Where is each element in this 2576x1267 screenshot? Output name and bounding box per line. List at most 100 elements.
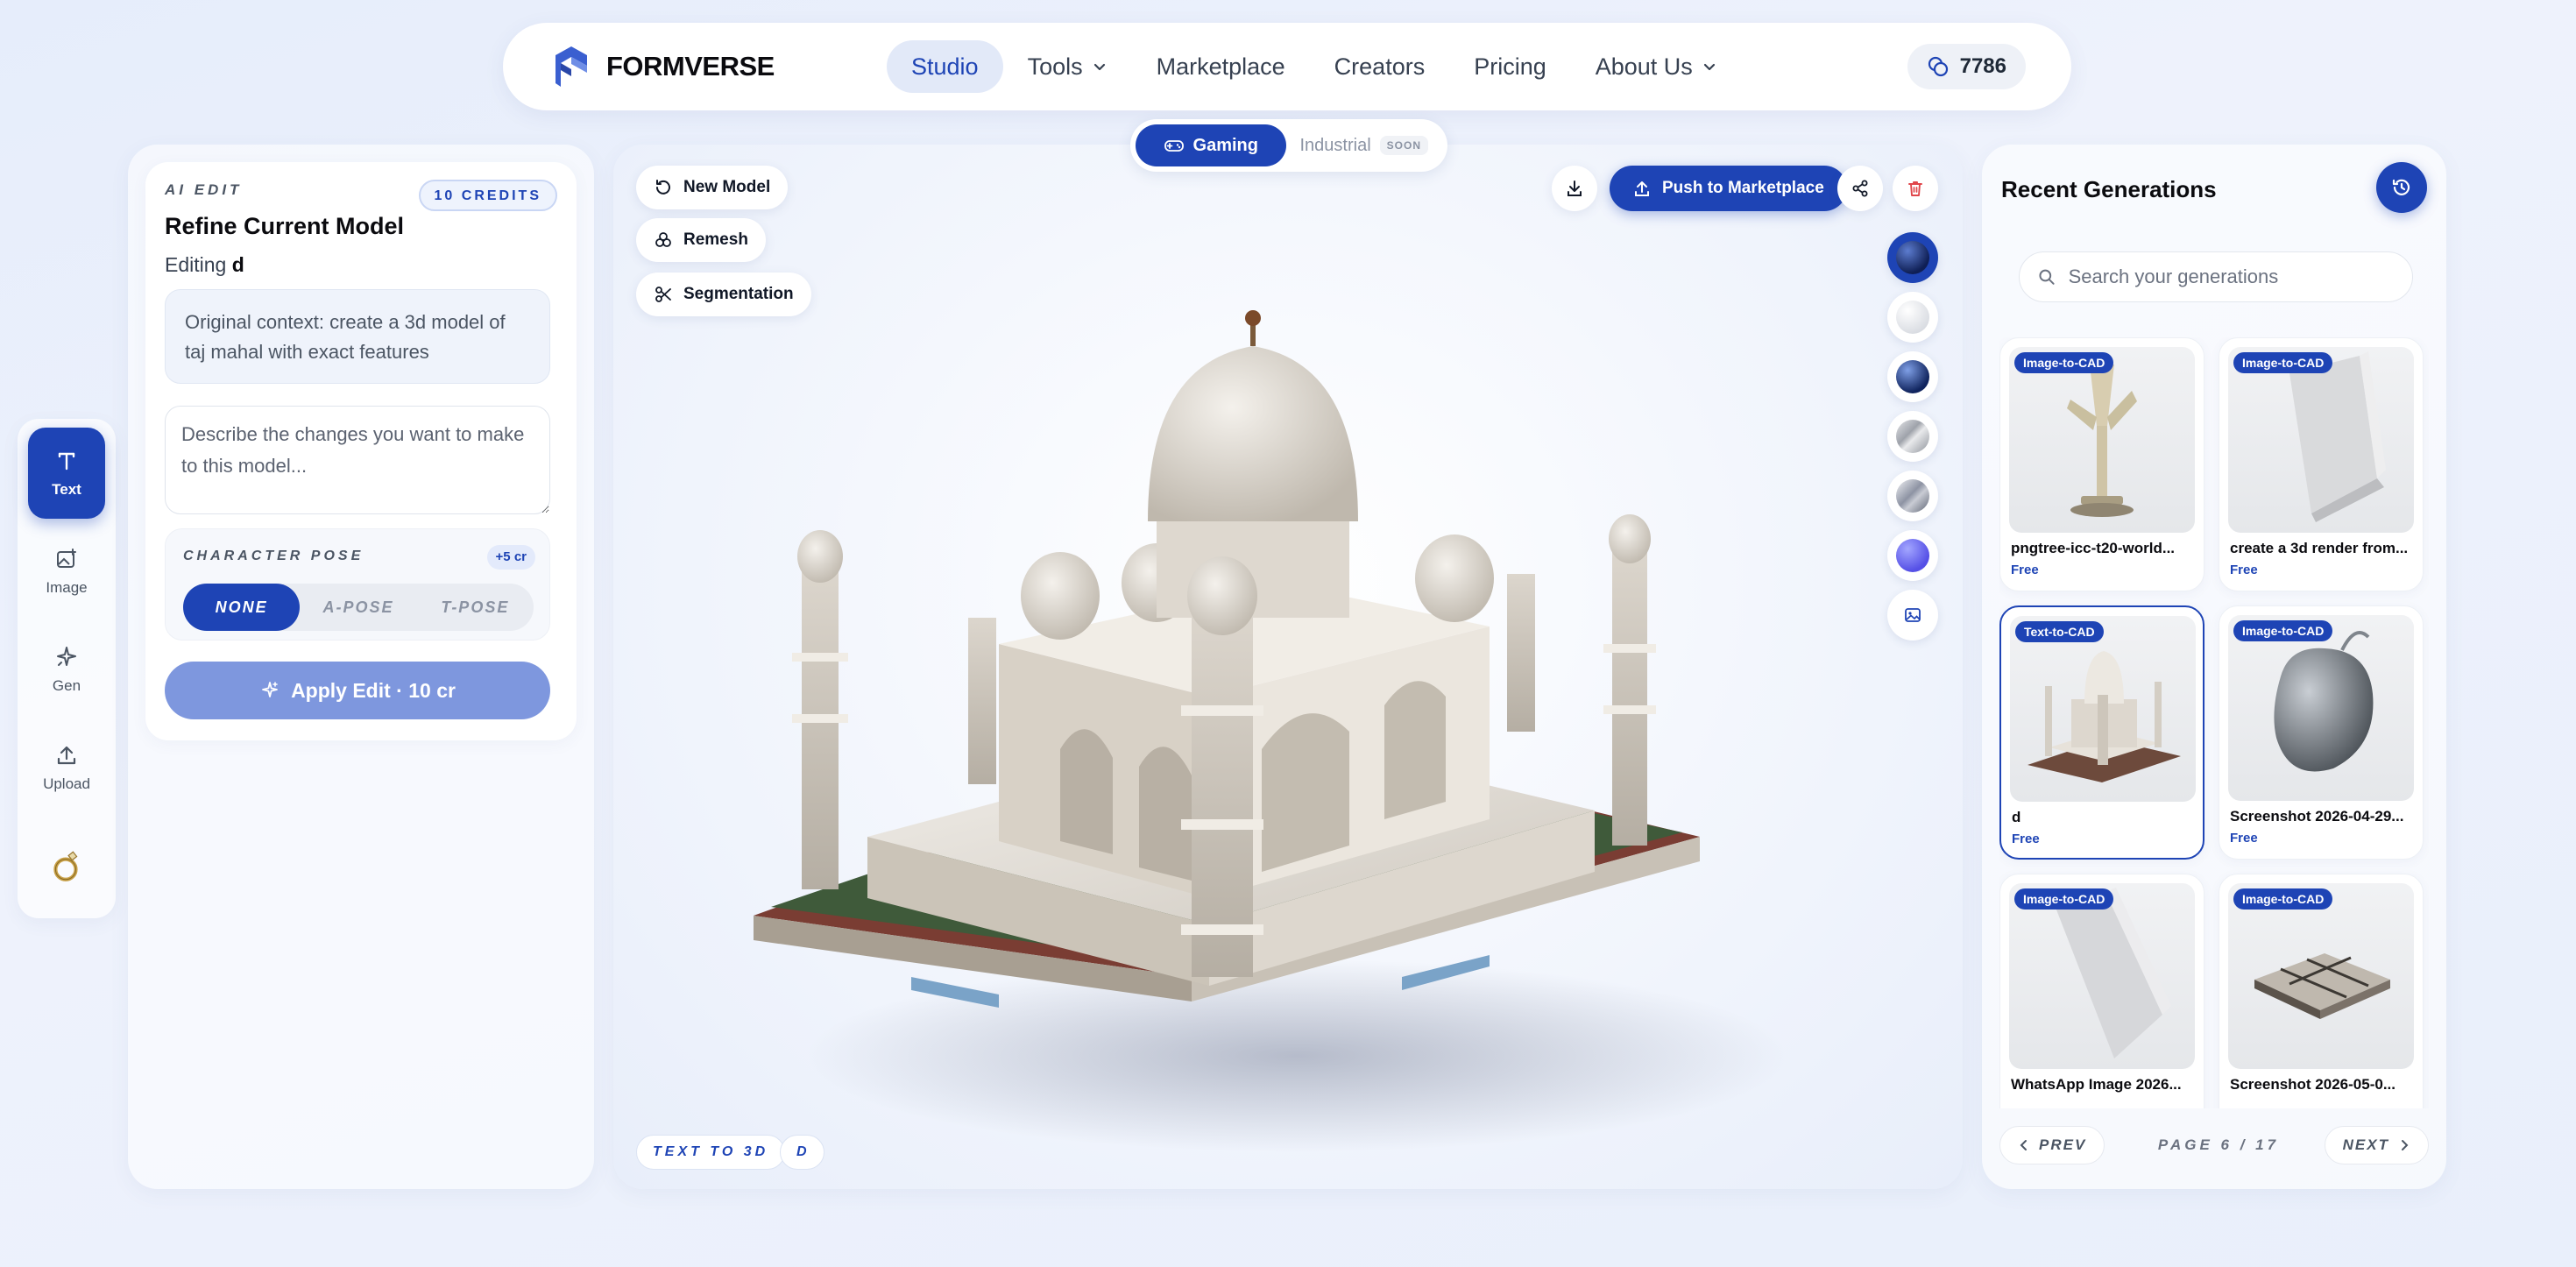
3d-model-render[interactable] (736, 294, 1840, 1152)
nav-studio-label: Studio (911, 53, 979, 80)
pose-t-option[interactable]: T-POSE (417, 584, 534, 631)
chevron-left-icon (2020, 1140, 2027, 1150)
material-white-matte[interactable] (1887, 292, 1938, 343)
soon-badge: SOON (1379, 136, 1428, 155)
generations-grid: Image-to-CAD pngtree-icc-t20-world... Fr… (1999, 337, 2429, 1108)
material-blue-gloss[interactable] (1887, 351, 1938, 402)
model-viewport[interactable]: New Model Remesh Segmentation Push to Ma… (613, 145, 1963, 1189)
rail-gen-label: Gen (52, 677, 81, 694)
material-purple[interactable] (1887, 530, 1938, 581)
tool-rail: Text Image Gen Upload (18, 419, 116, 918)
generation-type-badge: Image-to-CAD (2014, 888, 2114, 910)
character-pose-section: CHARACTER POSE +5 cr NONE A-POSE T-POSE (165, 528, 550, 641)
upload-icon (57, 746, 76, 765)
slab-thumbnail (2053, 888, 2171, 1058)
generation-thumbnail (2228, 615, 2414, 801)
brand-name: FORMVERSE (606, 51, 775, 81)
nav-marketplace[interactable]: Marketplace (1132, 40, 1310, 93)
image-icon (1905, 608, 1921, 622)
nav-studio[interactable]: Studio (887, 40, 1003, 93)
rail-image-label: Image (46, 579, 88, 596)
card-title: Refine Current Model (165, 213, 405, 239)
next-label: NEXT (2342, 1136, 2389, 1153)
original-context: Original context: create a 3d model of t… (165, 289, 550, 384)
nav-about-us[interactable]: About Us (1571, 40, 1742, 93)
chevron-right-icon (2402, 1140, 2409, 1150)
pose-none-option[interactable]: NONE (183, 584, 301, 631)
download-button[interactable] (1552, 166, 1597, 211)
edit-changes-input[interactable] (165, 406, 550, 514)
credit-count: 7786 (1959, 54, 2006, 78)
pose-selector: NONE A-POSE T-POSE (183, 584, 534, 631)
generation-price: Free (2230, 831, 2258, 846)
generation-price: Free (2230, 563, 2258, 577)
brand-logo[interactable]: FORMVERSE (552, 44, 775, 89)
nav-menu: Studio Tools Marketplace Creators Pricin… (887, 40, 1742, 93)
rail-text-button[interactable]: Text (28, 428, 105, 519)
nav-marketplace-label: Marketplace (1156, 53, 1285, 80)
history-button[interactable] (2376, 162, 2427, 213)
remesh-icon (655, 232, 671, 247)
material-dark-blue[interactable] (1887, 232, 1938, 283)
nav-tools[interactable]: Tools (1003, 40, 1132, 93)
share-button[interactable] (1837, 166, 1883, 211)
editing-model-name: d (231, 253, 244, 276)
rail-gen-button[interactable]: Gen (28, 624, 105, 715)
generation-card[interactable]: Image-to-CAD WhatsApp Image 2026... (1999, 874, 2204, 1108)
mode-gaming-option[interactable]: Gaming (1136, 124, 1286, 166)
generation-card[interactable]: Image-to-CAD Screenshot 2026-04-29... Fr… (2219, 605, 2424, 860)
generation-type-badge: Image-to-CAD (2014, 352, 2114, 373)
rail-upload-button[interactable]: Upload (28, 722, 105, 813)
rail-upload-label: Upload (43, 775, 90, 792)
search-icon (2039, 269, 2055, 285)
prev-label: PREV (2039, 1136, 2087, 1153)
formverse-logo-icon (556, 46, 587, 87)
generation-card-selected[interactable]: Text-to-CAD d Free (1999, 605, 2204, 860)
ring-icon (53, 851, 78, 881)
generation-card[interactable]: Image-to-CAD create a 3d render from... … (2219, 337, 2424, 591)
new-model-button[interactable]: New Model (636, 166, 789, 209)
generation-type-badge: Text-to-CAD (2015, 621, 2104, 642)
floorplan-thumbnail (2254, 953, 2390, 1019)
generation-price: Free (2012, 832, 2040, 846)
nav-creators-label: Creators (1334, 53, 1426, 80)
generation-name: d (2012, 809, 2021, 825)
material-image-texture[interactable] (1887, 590, 1938, 641)
mode-gaming-label: Gaming (1192, 135, 1258, 155)
rail-image-button[interactable]: Image (28, 526, 105, 617)
mode-toggle: Gaming Industrial SOON (1130, 119, 1447, 172)
ai-edit-card: AI EDIT 10 CREDITS Refine Current Model … (145, 162, 577, 740)
credit-balance[interactable]: 7786 (1907, 44, 2026, 89)
pose-cost-badge: +5 cr (486, 545, 535, 570)
nav-about-label: About Us (1595, 53, 1693, 80)
recent-generations-panel: Recent Generations Image-to-CAD pngtree-… (1982, 145, 2446, 1189)
recent-generations-title: Recent Generations (2001, 176, 2217, 202)
material-silver-brushed[interactable] (1887, 411, 1938, 462)
refresh-icon (656, 180, 670, 195)
nav-pricing[interactable]: Pricing (1449, 40, 1571, 93)
pose-a-option[interactable]: A-POSE (300, 584, 416, 631)
next-page-button[interactable]: NEXT (2324, 1126, 2429, 1164)
generation-card[interactable]: Image-to-CAD Screenshot 2026-05-0... (2219, 874, 2424, 1108)
nav-pricing-label: Pricing (1474, 53, 1546, 80)
mode-tag: TEXT TO 3D (636, 1135, 786, 1170)
rail-ring-button[interactable] (28, 820, 105, 911)
material-chrome[interactable] (1887, 471, 1938, 521)
share-icon (1852, 180, 1868, 197)
search-bar[interactable] (2019, 251, 2413, 302)
apply-edit-button[interactable]: Apply Edit · 10 cr (165, 662, 550, 719)
search-input[interactable] (2068, 265, 2395, 288)
nav-creators[interactable]: Creators (1310, 40, 1450, 93)
generation-type-badge: Image-to-CAD (2233, 888, 2333, 910)
prev-page-button[interactable]: PREV (1999, 1126, 2105, 1164)
generation-card[interactable]: Image-to-CAD pngtree-icc-t20-world... Fr… (1999, 337, 2204, 591)
credits-cost-badge: 10 CREDITS (418, 180, 557, 211)
history-icon (2392, 179, 2410, 195)
mode-industrial-option[interactable]: Industrial SOON (1286, 124, 1443, 166)
remesh-button[interactable]: Remesh (636, 218, 766, 262)
push-to-marketplace-button[interactable]: Push to Marketplace (1610, 166, 1847, 211)
mode-industrial-label: Industrial (1299, 135, 1371, 155)
generation-name: pngtree-icc-t20-world... (2011, 540, 2176, 556)
delete-button[interactable] (1893, 166, 1938, 211)
generation-type-badge: Image-to-CAD (2233, 352, 2333, 373)
